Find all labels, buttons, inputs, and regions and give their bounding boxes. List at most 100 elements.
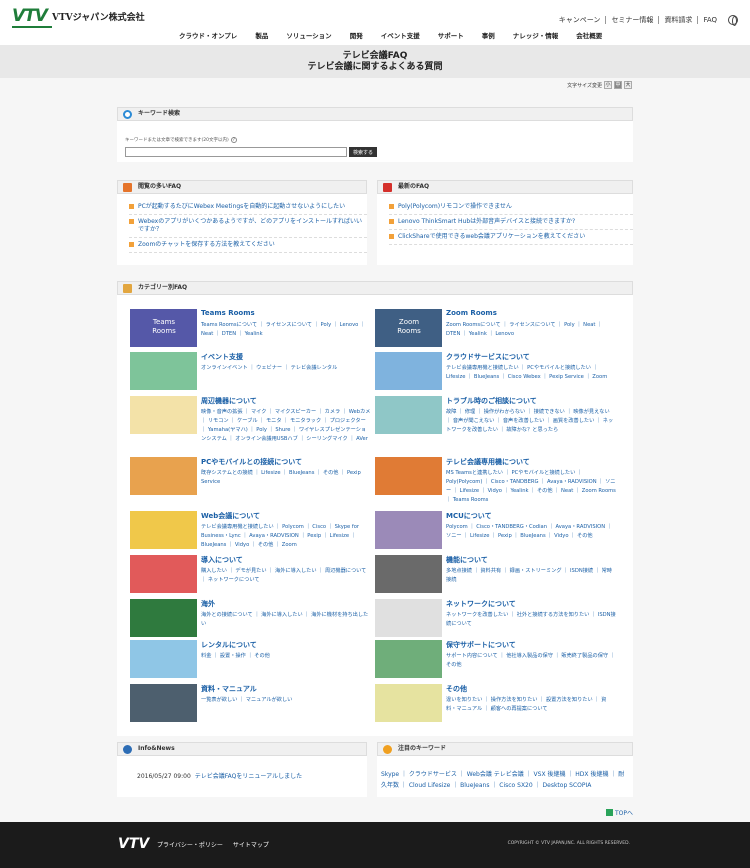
category-card[interactable]: MCUについて Polycom ｜ Cisco・TANDBERG・Codian ｜…: [375, 511, 620, 551]
category-links[interactable]: 一覧表が欲しい ｜ マニュアルが欲しい: [201, 696, 371, 705]
zoom-rooms-icon[interactable]: Zoom Rooms: [375, 309, 442, 347]
font-size-large-button[interactable]: 大: [624, 81, 632, 89]
category-title[interactable]: 導入について: [201, 555, 243, 565]
gear-icon[interactable]: [375, 555, 442, 593]
binders-icon[interactable]: [130, 684, 197, 722]
category-links[interactable]: MS Teamsと連携したい ｜ PCやモバイルと接続したい ｜ Poly(Po…: [446, 469, 616, 505]
list-item[interactable]: Webexのアプリがいくつかあるようですが、どのアプリをインストールすればいいで…: [129, 215, 367, 238]
globe-icon[interactable]: [728, 15, 738, 26]
category-card[interactable]: イベント支援オンラインイベント ｜ ウェビナー ｜ テレビ会議レンタル: [130, 352, 375, 392]
faq-link[interactable]: Zoomのチャットを保存する方法を教えてください: [138, 241, 275, 249]
category-links[interactable]: ネットワークを改善したい ｜ 社外と接続する方法を知りたい ｜ ISDN接続につ…: [446, 611, 616, 629]
util-faq-link[interactable]: FAQ: [697, 16, 722, 24]
category-title[interactable]: PCやモバイルとの接続について: [201, 457, 302, 467]
faq-link[interactable]: Webexのアプリがいくつかあるようですが、どのアプリをインストールすればいいで…: [138, 218, 367, 234]
category-title[interactable]: MCUについて: [446, 511, 492, 521]
util-campaign-link[interactable]: キャンペーン: [554, 16, 606, 24]
gnav-events[interactable]: イベント支援: [372, 30, 429, 40]
category-card[interactable]: Zoom Rooms Zoom Rooms Zoom Roomsについて ｜ ライセ…: [375, 309, 620, 349]
category-title[interactable]: 海外: [201, 599, 215, 609]
gnav-knowledge[interactable]: ナレッジ・情報: [504, 30, 568, 40]
category-title[interactable]: その他: [446, 684, 467, 694]
handshake-icon[interactable]: [130, 352, 197, 390]
gnav-products[interactable]: 製品: [246, 30, 277, 40]
category-title[interactable]: 機能について: [446, 555, 488, 565]
category-title[interactable]: トラブル時のご相談について: [446, 396, 537, 406]
category-card[interactable]: 周辺機器について 映像・音声の拡張 ｜ マイク ｜ マイクスピーカー ｜ カメラ …: [130, 396, 375, 442]
category-title[interactable]: 保守サポートについて: [446, 640, 516, 650]
screwdriver-icon[interactable]: [375, 396, 442, 434]
font-size-small-button[interactable]: 小: [604, 81, 612, 89]
category-title[interactable]: Teams Rooms: [201, 309, 255, 317]
sitemap-link[interactable]: サイトマップ: [233, 842, 269, 849]
gnav-cases[interactable]: 事例: [473, 30, 504, 40]
category-card[interactable]: 海外海外との接続について ｜ 海外に導入したい ｜ 海外に機材を持ち出したい: [130, 599, 375, 639]
company-logo[interactable]: VTV: [12, 6, 52, 32]
faq-link[interactable]: Poly(Polycom)リモコンで操作できません: [398, 203, 512, 211]
category-card[interactable]: ネットワークについて ネットワークを改善したい ｜ 社外と接続する方法を知りたい …: [375, 599, 620, 639]
cart-icon[interactable]: [130, 555, 197, 593]
category-links[interactable]: テレビ会議専用機と接続したい ｜ PCやモバイルと接続したい ｜ Lifesiz…: [446, 364, 616, 382]
microphone-icon[interactable]: [130, 396, 197, 434]
privacy-policy-link[interactable]: プライバシー・ポリシー: [157, 842, 223, 849]
suitcase-icon[interactable]: [130, 640, 197, 678]
category-links[interactable]: 既存システムとの接続 ｜ Lifesize ｜ BlueJeans ｜ その他 …: [201, 469, 371, 487]
faq-link[interactable]: ClickShareで使用できるweb会議アプリケーションを教えてください: [398, 233, 585, 241]
gnav-cloud[interactable]: クラウド・オンプレ: [170, 30, 246, 40]
category-links[interactable]: 違いを知りたい ｜ 操作方法を知りたい ｜ 設置方法を知りたい ｜ 資料・マニュ…: [446, 696, 616, 714]
category-title[interactable]: テレビ会議専用機について: [446, 457, 530, 467]
category-title[interactable]: Zoom Rooms: [446, 309, 497, 317]
category-title[interactable]: レンタルについて: [201, 640, 257, 650]
list-item[interactable]: PCが起動するたびにWebex Meetingsを自動的に起動させないようにした…: [129, 200, 367, 215]
footer-logo[interactable]: VTV: [118, 836, 149, 852]
category-links[interactable]: Teams Roomsについて ｜ ライセンスについて ｜ Poly ｜ Len…: [201, 321, 371, 339]
category-title[interactable]: 周辺機器について: [201, 396, 257, 406]
category-links[interactable]: 料金 ｜ 設置・操作 ｜ その他: [201, 652, 371, 661]
category-title[interactable]: イベント支援: [201, 352, 243, 362]
category-title[interactable]: Web会議について: [201, 511, 260, 521]
laptop-icon[interactable]: [130, 511, 197, 549]
airplane-icon[interactable]: [130, 599, 197, 637]
category-card[interactable]: テレビ会議専用機について MS Teamsと連携したい ｜ PCやモバイルと接続し…: [375, 457, 620, 503]
category-links[interactable]: サポート内容について ｜ 他社導入製品の保守 ｜ 販売終了製品の保守 ｜ その他: [446, 652, 616, 670]
category-card[interactable]: トラブル時のご相談について故障 ｜ 修理 ｜ 操作がわからない ｜ 接続できない…: [375, 396, 620, 436]
category-links[interactable]: 多地点接続 ｜ 資料共有 ｜ 録画・ストリーミング ｜ ISDN接続 ｜ 常時接…: [446, 567, 616, 585]
category-links[interactable]: テレビ会議専用機と接続したい ｜ Polycom ｜ Cisco ｜ Skype…: [201, 523, 371, 550]
search-input[interactable]: [125, 147, 347, 157]
category-links[interactable]: 海外との接続について ｜ 海外に導入したい ｜ 海外に機材を持ち出したい: [201, 611, 371, 629]
attention-keywords-links[interactable]: Skype ｜ クラウドサービス ｜ Web会議 テレビ会議 ｜ VSX 後継機…: [381, 769, 629, 791]
font-size-medium-button[interactable]: 中: [614, 81, 622, 89]
faq-link[interactable]: PCが起動するたびにWebex Meetingsを自動的に起動させないようにした…: [138, 203, 345, 211]
category-card[interactable]: 導入について購入したい ｜ デモが見たい ｜ 海外に導入したい ｜ 周辺機器につ…: [130, 555, 375, 595]
category-links[interactable]: 故障 ｜ 修理 ｜ 操作がわからない ｜ 接続できない ｜ 映像が見えない ｜ …: [446, 408, 616, 435]
category-card[interactable]: 資料・マニュアル一覧表が欲しい ｜ マニュアルが欲しい: [130, 684, 375, 724]
category-card[interactable]: その他違いを知りたい ｜ 操作方法を知りたい ｜ 設置方法を知りたい ｜ 資料・…: [375, 684, 620, 724]
category-card[interactable]: Teams Rooms Teams Rooms Teams Roomsについて ｜ …: [130, 309, 375, 349]
category-title[interactable]: 資料・マニュアル: [201, 684, 257, 694]
gnav-support[interactable]: サポート: [429, 30, 473, 40]
monitor-icon[interactable]: [375, 457, 442, 495]
search-button[interactable]: 検索する: [349, 147, 377, 157]
category-links[interactable]: オンラインイベント ｜ ウェビナー ｜ テレビ会議レンタル: [201, 364, 371, 373]
list-item[interactable]: Lenovo ThinkSmart Hubは外部音声デバイスと接続できますか?: [389, 215, 633, 230]
back-to-top-link[interactable]: TOPへ: [606, 808, 633, 817]
gnav-development[interactable]: 開発: [341, 30, 372, 40]
gnav-solutions[interactable]: ソリューション: [277, 30, 340, 40]
category-card[interactable]: PCやモバイルとの接続について既存システムとの接続 ｜ Lifesize ｜ B…: [130, 457, 375, 497]
category-links[interactable]: 購入したい ｜ デモが見たい ｜ 海外に導入したい ｜ 周辺機器について ｜ ネ…: [201, 567, 371, 585]
firewall-icon[interactable]: [375, 599, 442, 637]
list-item[interactable]: Zoomのチャットを保存する方法を教えてください: [129, 238, 367, 253]
gnav-company[interactable]: 会社概要: [567, 30, 611, 40]
teams-rooms-icon[interactable]: Teams Rooms: [130, 309, 197, 347]
news-link[interactable]: テレビ会議FAQをリニューアルしました: [195, 773, 302, 780]
help-icon[interactable]: ?: [230, 137, 237, 143]
category-card[interactable]: クラウドサービスについて テレビ会議専用機と接続したい ｜ PCやモバイルと接続し…: [375, 352, 620, 392]
category-links[interactable]: Zoom Roomsについて ｜ ライセンスについて ｜ Poly ｜ Neat…: [446, 321, 616, 339]
category-card[interactable]: 保守サポートについてサポート内容について ｜ 他社導入製品の保守 ｜ 販売終了製…: [375, 640, 620, 680]
support-handshake-icon[interactable]: [375, 640, 442, 678]
pc-mobile-icon[interactable]: [130, 457, 197, 495]
cloud-icon[interactable]: [375, 352, 442, 390]
util-request-link[interactable]: 資料請求: [658, 16, 697, 24]
category-card[interactable]: Web会議についてテレビ会議専用機と接続したい ｜ Polycom ｜ Cisc…: [130, 511, 375, 551]
list-item[interactable]: Poly(Polycom)リモコンで操作できません: [389, 200, 633, 215]
